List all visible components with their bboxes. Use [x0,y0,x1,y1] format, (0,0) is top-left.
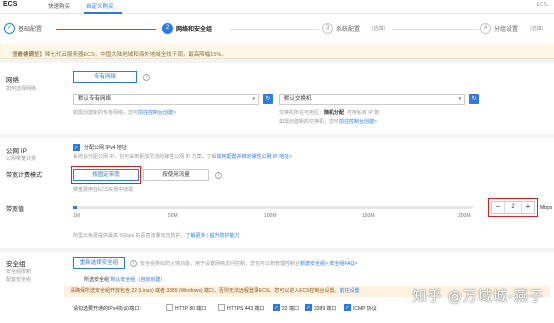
highlight-box [71,166,141,184]
icmp-checkbox[interactable]: ✓ [344,304,351,311]
step-system-config[interactable]: 3 系统配置 (选填) [322,22,402,36]
billing-hint: 带宽费用在ECS实例中收取 [73,187,134,193]
refresh-vpc-icon[interactable]: ↻ [263,94,273,104]
tick-label: 1M [73,213,80,219]
improve-protection-link[interactable]: 提升防护能力 [210,233,240,239]
network-label: 网络 [6,77,19,84]
notice-text: 【价格调整】降七代云服务器ECS，中国大陆地域和海外地域全线下调，最高降幅15%… [12,52,227,58]
vswitch-select[interactable]: 默认交换机 ▾ [279,94,465,105]
zone-value: 随机分配 [324,110,345,116]
create-security-group-link[interactable]: 新建安全组> [300,261,328,267]
step-label: 分组设置 [494,27,519,33]
step-hint: (选填) [530,26,544,32]
top-right-link[interactable]: ECS... [537,2,551,8]
vswitch-create-link[interactable]: 前往控制台创建> [339,119,377,125]
tick-label: 50M [168,213,178,219]
pay-by-traffic-button[interactable]: 按使用流量 [143,169,209,181]
learn-more-link[interactable]: 了解更多 [186,233,206,239]
tick-label: 150M [362,213,375,219]
port-3389-label: 3389 端口 [314,306,337,312]
step-hint: (选填) [372,26,386,32]
port-http-label: HTTP 80 端口 [175,306,207,312]
step-basic-config[interactable]: ✓ 基础配置 [4,22,64,36]
selected-group-label: 所选安全组 [84,277,110,283]
public-ip-section: 公网 IP 公网带宽计费 ✓ 分配公网 IPv4 地址 系统会分配公网 IP，也… [0,138,554,248]
step-label: 网络和安全组 [176,27,213,33]
port-3389-checkbox[interactable]: ✓ [305,304,312,311]
ip-count-label: 可用私有 IP 数 [346,110,380,116]
port-22-checkbox[interactable]: ✓ [273,304,280,311]
vswitch-hint: 如需创建新的交换机，您可 [279,119,340,125]
billing-mode-label: 带宽计费模式 [6,173,43,179]
security-group-label: 安全组 [6,261,26,268]
zone-label: 交换机所在可用区： [279,110,325,116]
bandwidth-hint: 阿里云免费提供最高 5Gbps 的恶意流量攻击防护， [73,233,186,239]
price-notice: 【价格调整】降七代云服务器ECS，中国大陆地域和海外地域全线下调，最高降幅15%… [0,44,554,59]
tab-custom-buy[interactable]: 自定义购买 [86,2,114,10]
step-connector [392,29,478,30]
network-section: 网络 如何选择网络 专有网络 ? 默认专有网络 ▾ ↻ 默认交换机 ▾ ↻ 如需创建… [0,63,554,134]
help-icon[interactable]: ? [130,260,137,267]
port-http-checkbox[interactable] [166,304,173,311]
vpc-hint: 如需创建新的专有网络，您可 [73,110,139,116]
public-ip-sub: 公网带宽计费 [6,156,37,162]
security-group-sub2[interactable]: 配置安全组 [6,276,31,283]
watermark: 知乎 @万域城-燕子 [412,289,544,305]
tick-label: 200M [458,213,471,219]
step-number: 4 [480,23,491,34]
go-settings-link[interactable]: 前往设置 [339,288,359,294]
port-https-checkbox[interactable] [218,304,225,311]
public-ip-label: 公网 IP [6,148,27,155]
notice-link[interactable]: 查看详情 [12,50,34,58]
port-https-label: HTTPS 443 端口 [227,306,265,312]
help-icon[interactable]: ? [215,172,222,179]
security-faq-link[interactable]: 安全组FAQ> [329,261,357,267]
step-number: 2 [162,23,173,34]
refresh-vswitch-icon[interactable]: ↻ [469,94,479,104]
step-label: 系统配置 [336,27,361,33]
help-icon[interactable]: ? [143,74,150,81]
selected-group-value[interactable]: 默认安全组（自动创建） [110,277,165,283]
wizard-steps: ✓ 基础配置 2 网络和安全组 3 系统配置 (选填) 4 分组设置 (选填) [0,14,554,44]
vpc-type-button[interactable]: 专有网络 [73,71,137,83]
bandwidth-slider[interactable] [73,206,473,209]
reselect-security-group-button[interactable]: 重新选择安全组 [73,257,125,269]
check-icon: ✓ [4,23,15,34]
chevron-down-icon: ▾ [458,96,461,102]
step-connector [230,29,318,30]
vpc-create-link[interactable]: 前往控制台创建> [138,110,176,116]
security-group-sub1[interactable]: 安全组限制 [6,268,31,275]
top-bar: ECS 快速购买 自定义购买 ECS... [0,0,554,14]
chevron-down-icon: ▾ [252,96,255,102]
security-hint: 安全组类似防火墙功能，用于设置网络访问控制，您也可以到管理控制台 [140,261,301,267]
highlight-box [488,198,538,217]
step-group-settings[interactable]: 4 分组设置 (选填) [480,22,554,36]
step-connector [56,29,156,30]
public-ip-hint: 系统会分配公网 IP，也可采用更加灵活的弹性公网 IP 方案，了解 [73,154,217,160]
icmp-label: ICMP 协议 [353,306,377,312]
tab-quick-buy[interactable]: 快速购买 [48,2,70,10]
assign-public-ip-checkbox[interactable]: ✓ [73,144,80,151]
vpc-select[interactable]: 默认专有网络 ▾ [73,94,259,105]
eip-link[interactable]: 如何配置并绑定弹性公网 IP 地址> [217,154,292,160]
bandwidth-unit: Mbps [540,205,553,211]
step-label: 基础配置 [18,27,43,33]
port-22-label: 22 端口 [282,306,299,312]
ports-label: 请勾选要开通的IPv4协议/端口： [73,306,145,312]
assign-public-ip-label: 分配公网 IPv4 地址 [84,145,127,151]
app-title: ECS [3,1,18,8]
network-help[interactable]: 如何选择网络 [6,85,36,92]
bandwidth-label: 带宽值 [6,207,25,213]
step-number: 3 [322,23,333,34]
bandwidth-slider-fill [73,206,77,209]
tick-label: 100M [264,213,277,219]
